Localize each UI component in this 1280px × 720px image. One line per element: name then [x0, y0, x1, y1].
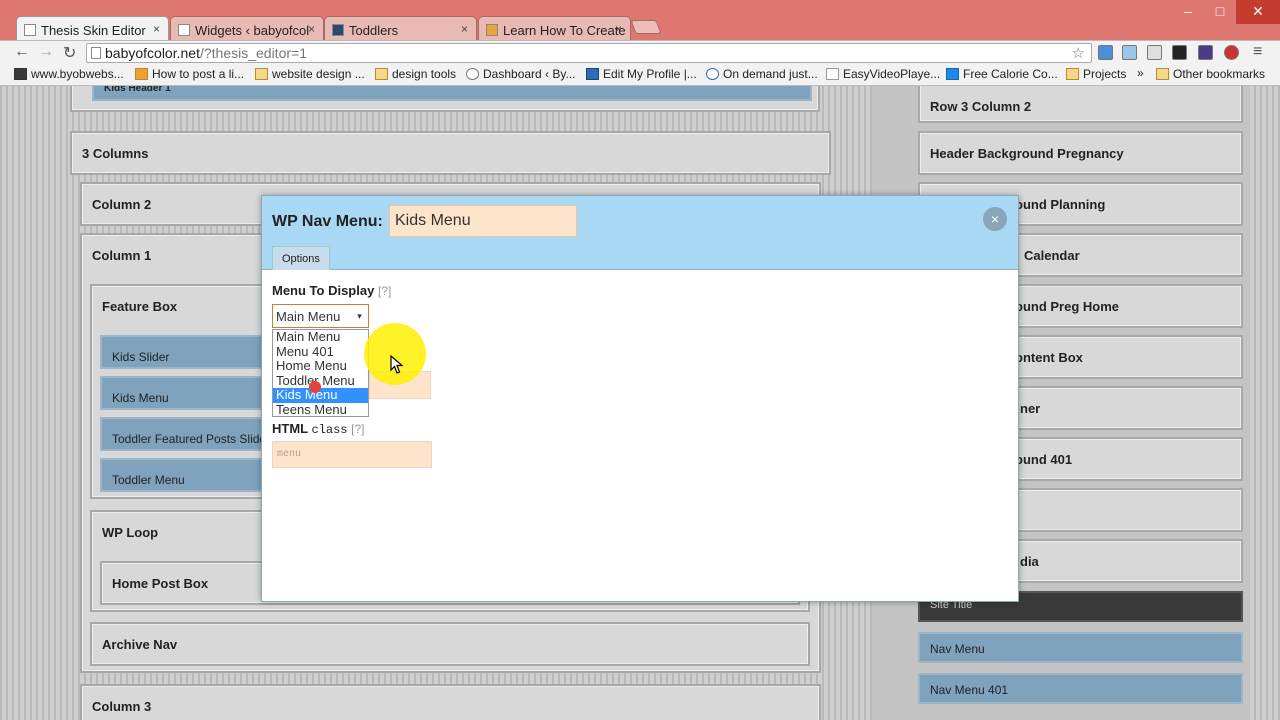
option-menu-401[interactable]: Menu 401 [273, 344, 368, 360]
box-name-input[interactable]: Kids Menu [389, 205, 577, 237]
linkedin-icon [586, 68, 599, 80]
tab-options[interactable]: Options [272, 246, 330, 270]
wordpress-icon [466, 68, 479, 80]
option-home-menu[interactable]: Home Menu [273, 359, 368, 374]
cursor-highlight [364, 323, 426, 385]
favicon-icon [946, 68, 959, 80]
dialog-title: WP Nav Menu: [272, 213, 383, 230]
extension-icon[interactable] [1122, 45, 1137, 60]
tab-close-icon[interactable]: × [615, 22, 622, 36]
folder-icon [1066, 68, 1079, 80]
page-favicon-icon [332, 24, 344, 36]
url-path: /?thesis_editor=1 [199, 45, 307, 61]
folder-icon [1156, 68, 1169, 80]
menu-select-dropdown: Main Menu Menu 401 Home Menu Toddler Men… [272, 329, 369, 417]
menu-icon[interactable]: ≡ [1253, 43, 1262, 61]
tab-title: Toddlers [349, 23, 399, 38]
tab-learn-how-to-create[interactable]: Learn How To Create × [478, 16, 631, 41]
bookmark-item[interactable]: EasyVideoPlaye... [826, 67, 940, 81]
box-kids-header[interactable]: Kids Header 1 [92, 86, 812, 101]
other-bookmarks-folder[interactable]: Other bookmarks [1156, 67, 1265, 81]
new-tab-button[interactable] [630, 20, 662, 34]
tab-thesis-skin-editor[interactable]: Thesis Skin Editor × [16, 16, 169, 41]
tab-title: Learn How To Create [503, 23, 626, 38]
box-toddler-menu[interactable]: Toddler Menu [100, 458, 280, 492]
bookmarks-bar: www.byobwebs... How to post a li... webs… [0, 65, 1280, 86]
option-teens-menu[interactable]: Teens Menu [273, 402, 368, 418]
extension-icon[interactable] [1172, 45, 1187, 60]
box-row-3-column-2[interactable]: Row 3 Column 2 [918, 86, 1243, 123]
box-label: Feature Box [102, 299, 178, 314]
page-favicon-icon [178, 24, 190, 36]
extension-icon[interactable] [1147, 45, 1162, 60]
tab-close-icon[interactable]: × [153, 22, 160, 36]
dialog-header: WP Nav Menu: Kids Menu × Options [262, 196, 1018, 270]
wp-nav-menu-dialog: WP Nav Menu: Kids Menu × Options Menu To… [261, 195, 1019, 602]
reload-icon[interactable]: ↻ [63, 43, 76, 63]
box-nav-menu[interactable]: Nav Menu [918, 632, 1243, 663]
favicon-icon [14, 68, 27, 80]
tab-toddlers[interactable]: Toddlers × [324, 16, 477, 41]
tab-close-icon[interactable]: × [461, 22, 468, 36]
favicon-icon [135, 68, 148, 80]
tab-close-icon[interactable]: × [308, 22, 315, 36]
box-kids-menu[interactable]: Kids Menu [100, 376, 280, 410]
html-class-label: HTML class [?] [272, 421, 365, 437]
select-value: Main Menu [276, 309, 341, 324]
bookmark-folder[interactable]: Projects [1066, 67, 1126, 81]
more-bookmarks-chevron-icon[interactable]: » [1137, 66, 1144, 80]
box-toddler-featured-posts-slider[interactable]: Toddler Featured Posts Slider [100, 417, 280, 451]
html-class-input[interactable]: menu [272, 441, 432, 468]
back-arrow-icon[interactable]: ← [14, 43, 30, 61]
folder-icon [375, 68, 388, 80]
forward-arrow-icon[interactable]: → [38, 43, 54, 61]
box-label: WP Loop [102, 525, 159, 540]
box-nav-menu-401[interactable]: Nav Menu 401 [918, 673, 1243, 704]
page-favicon-icon [24, 24, 36, 36]
bookmark-folder[interactable]: website design ... [255, 67, 365, 81]
bookmark-item[interactable]: How to post a li... [135, 67, 244, 81]
bookmark-item[interactable]: Dashboard ‹ By... [466, 67, 575, 81]
url-host: babyofcolor.net [105, 45, 200, 61]
extension-icon[interactable] [1224, 45, 1239, 60]
box-kids-slider[interactable]: Kids Slider [100, 335, 280, 369]
help-link[interactable]: [?] [378, 284, 391, 298]
page-icon [91, 47, 101, 59]
bookmark-star-icon[interactable]: ☆ [1072, 44, 1085, 62]
box-3-columns[interactable]: 3 Columns [70, 131, 831, 175]
page-icon [826, 68, 839, 80]
box-column-3[interactable]: Column 3 [80, 684, 821, 720]
bookmark-item[interactable]: On demand just... [706, 67, 818, 81]
option-main-menu[interactable]: Main Menu [273, 330, 368, 345]
mouse-pointer-icon [390, 355, 404, 374]
bookmark-item[interactable]: www.byobwebs... [14, 67, 124, 81]
help-link[interactable]: [?] [351, 422, 364, 436]
box-kids-header-container[interactable]: Kids Header 1 [70, 86, 820, 112]
browser-toolbar: ← → ↻ babyofcolor.net/?thesis_editor=1 ☆… [0, 40, 1280, 65]
folder-icon [255, 68, 268, 80]
click-indicator-icon [309, 381, 321, 393]
bookmark-item[interactable]: Edit My Profile |... [586, 67, 697, 81]
address-bar[interactable]: babyofcolor.net/?thesis_editor=1 ☆ [86, 43, 1092, 63]
page-favicon-icon [486, 24, 498, 36]
bookmark-folder[interactable]: design tools [375, 67, 456, 81]
tab-title: Thesis Skin Editor [41, 23, 146, 38]
box-archive-nav[interactable]: Archive Nav [90, 622, 810, 666]
extension-icon[interactable] [1198, 45, 1213, 60]
box-header-background-pregnancy[interactable]: Header Background Pregnancy [918, 131, 1243, 175]
tab-title: Widgets ‹ babyofcol [195, 23, 310, 38]
menu-to-display-label: Menu To Display [?] [272, 283, 392, 298]
extension-icon[interactable] [1098, 45, 1113, 60]
option-kids-menu[interactable]: Kids Menu [273, 388, 368, 403]
menu-select[interactable]: Main Menu ▾ [272, 304, 369, 328]
tab-widgets[interactable]: Widgets ‹ babyofcol × [170, 16, 324, 41]
bookmark-item[interactable]: Free Calorie Co... [946, 67, 1058, 81]
dialog-close-icon[interactable]: × [983, 207, 1007, 231]
box-label: Column 1 [92, 248, 152, 263]
chevron-down-icon: ▾ [357, 311, 362, 321]
favicon-icon [706, 68, 719, 80]
